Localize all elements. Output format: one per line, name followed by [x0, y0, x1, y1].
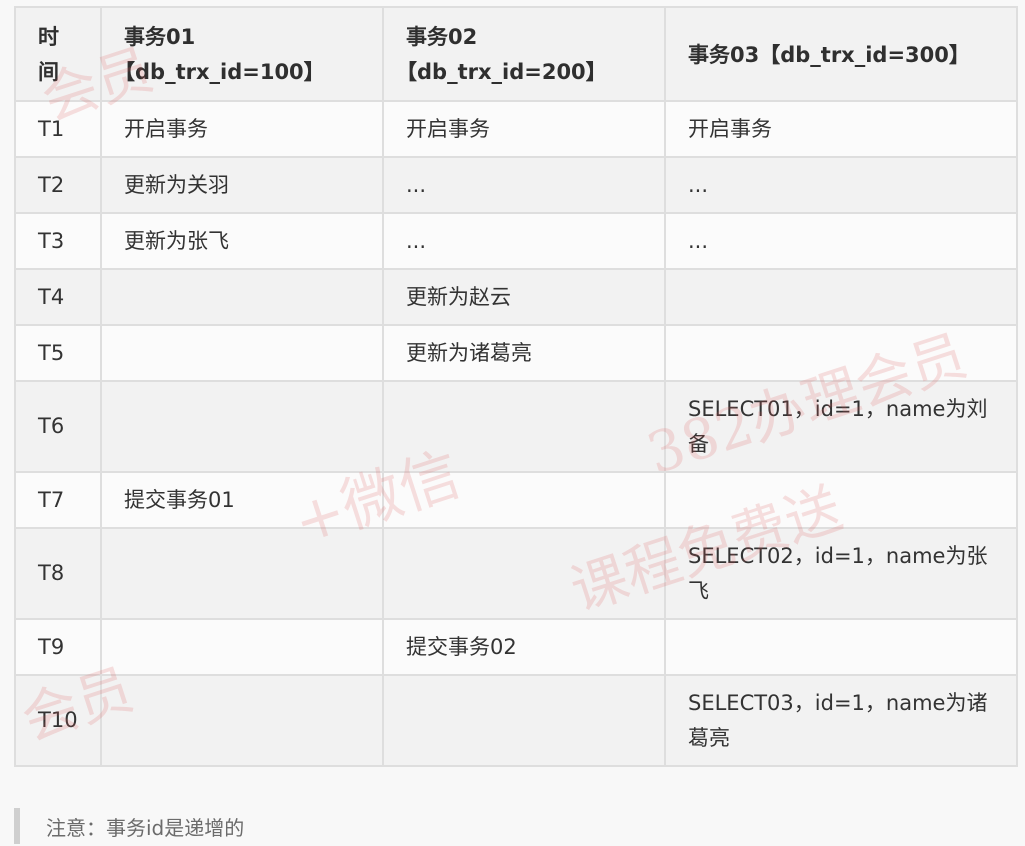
- time-cell: T2: [14, 156, 102, 214]
- time-cell: T8: [14, 527, 102, 620]
- table-header-row: 时 间 事务01 【db_trx_id=100】 事务02 【db_trx_id…: [14, 6, 1018, 102]
- table-row: T9 提交事务02: [14, 618, 1018, 676]
- tx1-cell: [100, 268, 384, 326]
- tx3-cell: SELECT02，id=1，name为张飞: [664, 527, 1018, 620]
- tx2-cell: [382, 380, 666, 473]
- tx1-cell: 更新为张飞: [100, 212, 384, 270]
- tx1-cell: 开启事务: [100, 100, 384, 158]
- time-cell: T7: [14, 471, 102, 529]
- table-row: T5 更新为诸葛亮: [14, 324, 1018, 382]
- header-transaction-01: 事务01 【db_trx_id=100】: [100, 6, 384, 102]
- tx3-cell: ...: [664, 212, 1018, 270]
- tx2-cell: 更新为诸葛亮: [382, 324, 666, 382]
- time-cell: T10: [14, 674, 102, 767]
- transaction-timeline-table-container: 时 间 事务01 【db_trx_id=100】 事务02 【db_trx_id…: [14, 6, 1018, 767]
- tx2-cell: [382, 674, 666, 767]
- transaction-timeline-table: 时 间 事务01 【db_trx_id=100】 事务02 【db_trx_id…: [14, 6, 1018, 767]
- table-row: T7 提交事务01: [14, 471, 1018, 529]
- tx2-cell: [382, 471, 666, 529]
- tx1-cell: [100, 618, 384, 676]
- tx2-cell: 更新为赵云: [382, 268, 666, 326]
- note-blockquote: 注意：事务id是递增的: [14, 806, 244, 846]
- tx2-cell: 开启事务: [382, 100, 666, 158]
- table-row: T10 SELECT03，id=1，name为诸葛亮: [14, 674, 1018, 767]
- header-time: 时 间: [14, 6, 102, 102]
- time-cell: T6: [14, 380, 102, 473]
- table-row: T3 更新为张飞 ... ...: [14, 212, 1018, 270]
- note-text: 注意：事务id是递增的: [46, 815, 245, 840]
- tx3-cell: [664, 618, 1018, 676]
- time-cell: T4: [14, 268, 102, 326]
- tx1-cell: 更新为关羽: [100, 156, 384, 214]
- header-transaction-03: 事务03【db_trx_id=300】: [664, 6, 1018, 102]
- tx3-cell: SELECT03，id=1，name为诸葛亮: [664, 674, 1018, 767]
- tx3-cell: ...: [664, 156, 1018, 214]
- tx1-cell: [100, 380, 384, 473]
- tx3-cell: [664, 324, 1018, 382]
- time-cell: T9: [14, 618, 102, 676]
- tx1-cell: 提交事务01: [100, 471, 384, 529]
- tx2-cell: ...: [382, 212, 666, 270]
- header-transaction-02: 事务02 【db_trx_id=200】: [382, 6, 666, 102]
- tx2-cell: ...: [382, 156, 666, 214]
- tx1-cell: [100, 527, 384, 620]
- tx2-cell: [382, 527, 666, 620]
- table-row: T2 更新为关羽 ... ...: [14, 156, 1018, 214]
- table-row: T4 更新为赵云: [14, 268, 1018, 326]
- tx3-cell: [664, 268, 1018, 326]
- tx3-cell: SELECT01，id=1，name为刘备: [664, 380, 1018, 473]
- time-cell: T5: [14, 324, 102, 382]
- time-cell: T1: [14, 100, 102, 158]
- tx3-cell: 开启事务: [664, 100, 1018, 158]
- tx1-cell: [100, 324, 384, 382]
- blockquote-bar: [14, 808, 20, 844]
- table-row: T1 开启事务 开启事务 开启事务: [14, 100, 1018, 158]
- table-row: T6 SELECT01，id=1，name为刘备: [14, 380, 1018, 473]
- time-cell: T3: [14, 212, 102, 270]
- tx3-cell: [664, 471, 1018, 529]
- tx1-cell: [100, 674, 384, 767]
- tx2-cell: 提交事务02: [382, 618, 666, 676]
- table-row: T8 SELECT02，id=1，name为张飞: [14, 527, 1018, 620]
